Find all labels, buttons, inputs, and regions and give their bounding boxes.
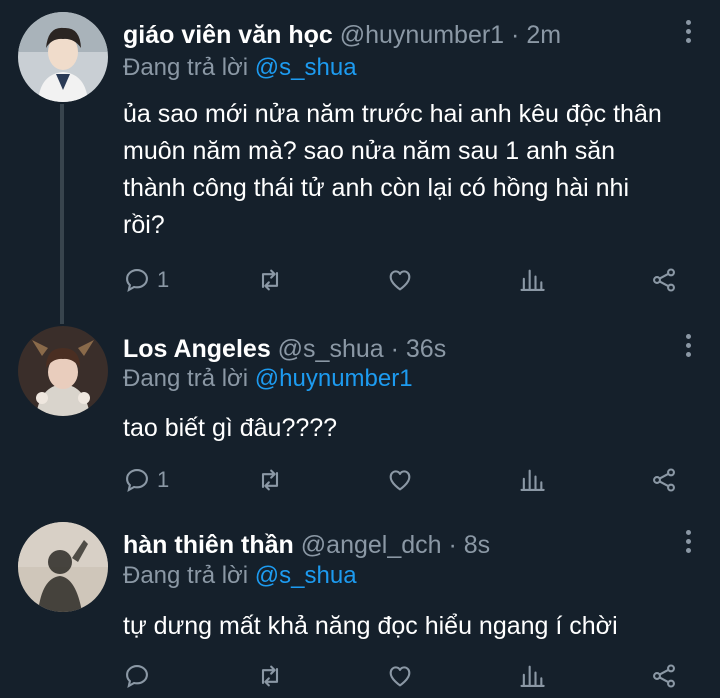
like-icon: [389, 666, 411, 687]
display-name[interactable]: Los Angeles: [123, 335, 271, 363]
reply-button[interactable]: 1: [123, 462, 169, 498]
like-button[interactable]: [386, 462, 414, 498]
like-icon: [389, 470, 411, 491]
action-bar: [0, 658, 720, 694]
share-icon: [653, 664, 675, 688]
avatar[interactable]: [18, 326, 108, 416]
reply-icon: [126, 469, 148, 492]
share-button[interactable]: [650, 262, 678, 298]
text-line: tự dưng mất khả năng đọc hiểu ngang í ch…: [123, 612, 618, 640]
avatar[interactable]: [18, 522, 108, 612]
display-name[interactable]: giáo viên văn học: [123, 21, 333, 49]
text-line: ủa sao mới nửa năm trước hai anh kêu độc…: [123, 100, 662, 128]
timestamp[interactable]: 8s: [464, 531, 490, 559]
avatar[interactable]: [18, 12, 108, 102]
more-icon[interactable]: [684, 334, 692, 358]
analytics-icon: [520, 665, 545, 687]
analytics-button[interactable]: [518, 262, 546, 298]
tweet-text: tự dưng mất khả năng đọc hiểu ngang í ch…: [123, 608, 703, 645]
tweet-header: Los Angeles @s_shua · 36s: [123, 332, 446, 366]
reply-mention[interactable]: @huynumber1: [255, 365, 413, 392]
separator: ·: [390, 335, 399, 363]
reply-icon: [126, 269, 148, 292]
tweet-header: hàn thiên thần @angel_dch · 8s: [123, 528, 490, 562]
share-icon: [653, 468, 675, 492]
text-line: tao biết gì đâu????: [123, 414, 338, 442]
separator: ·: [511, 21, 520, 49]
more-icon[interactable]: [684, 20, 692, 44]
analytics-icon: [520, 269, 545, 291]
retweet-icon: [261, 469, 279, 491]
analytics-button[interactable]: [518, 462, 546, 498]
retweet-button[interactable]: [256, 658, 284, 694]
text-line: thành công thái tử anh còn lại có hồng h…: [123, 174, 629, 202]
text-line: muôn năm mà? sao nửa năm sau 1 anh săn: [123, 137, 616, 165]
reply-prefix: Đang trả lời: [123, 54, 249, 81]
reply-prefix: Đang trả lời: [123, 365, 249, 392]
display-name[interactable]: hàn thiên thần: [123, 531, 294, 559]
share-icon: [653, 268, 675, 292]
replying-to: Đang trả lời @s_shua: [123, 560, 357, 592]
replying-to: Đang trả lời @huynumber1: [123, 363, 413, 395]
tweet-text: tao biết gì đâu????: [123, 410, 703, 447]
like-button[interactable]: [386, 658, 414, 694]
text-line: rồi?: [123, 211, 165, 239]
user-handle[interactable]: @s_shua: [278, 335, 384, 363]
retweet-icon: [261, 269, 279, 291]
action-bar: 1: [0, 262, 720, 298]
timestamp[interactable]: 36s: [406, 335, 446, 363]
reply-count: 1: [157, 267, 170, 292]
action-bar: 1: [0, 462, 720, 498]
tweet-text: ủa sao mới nửa năm trước hai anh kêu độc…: [123, 96, 703, 244]
reply-count: 1: [157, 467, 170, 492]
timestamp[interactable]: 2m: [526, 21, 561, 49]
reply-prefix: Đang trả lời: [123, 562, 249, 589]
more-icon[interactable]: [684, 530, 692, 554]
reply-mention[interactable]: @s_shua: [255, 54, 357, 81]
retweet-button[interactable]: [256, 462, 284, 498]
user-handle[interactable]: @angel_dch: [301, 531, 442, 559]
replying-to: Đang trả lời @s_shua: [123, 52, 357, 84]
share-button[interactable]: [650, 462, 678, 498]
tweet-1[interactable]: giáo viên văn học @huynumber1 · 2m Đang …: [0, 0, 720, 310]
reply-mention[interactable]: @s_shua: [255, 562, 357, 589]
reply-button[interactable]: 1: [123, 262, 169, 298]
tweet-3[interactable]: hàn thiên thần @angel_dch · 8s Đang trả …: [0, 514, 720, 698]
user-handle[interactable]: @huynumber1: [340, 21, 504, 49]
share-button[interactable]: [650, 658, 678, 694]
tweet-header: giáo viên văn học @huynumber1 · 2m: [123, 18, 561, 52]
like-icon: [389, 270, 411, 291]
reply-icon: [126, 665, 148, 688]
reply-button[interactable]: [123, 658, 157, 694]
separator: ·: [448, 531, 457, 559]
retweet-button[interactable]: [256, 262, 284, 298]
analytics-button[interactable]: [518, 658, 546, 694]
tweet-2[interactable]: Los Angeles @s_shua · 36s Đang trả lời @…: [0, 318, 720, 513]
retweet-icon: [261, 665, 279, 687]
analytics-icon: [520, 469, 545, 491]
like-button[interactable]: [386, 262, 414, 298]
